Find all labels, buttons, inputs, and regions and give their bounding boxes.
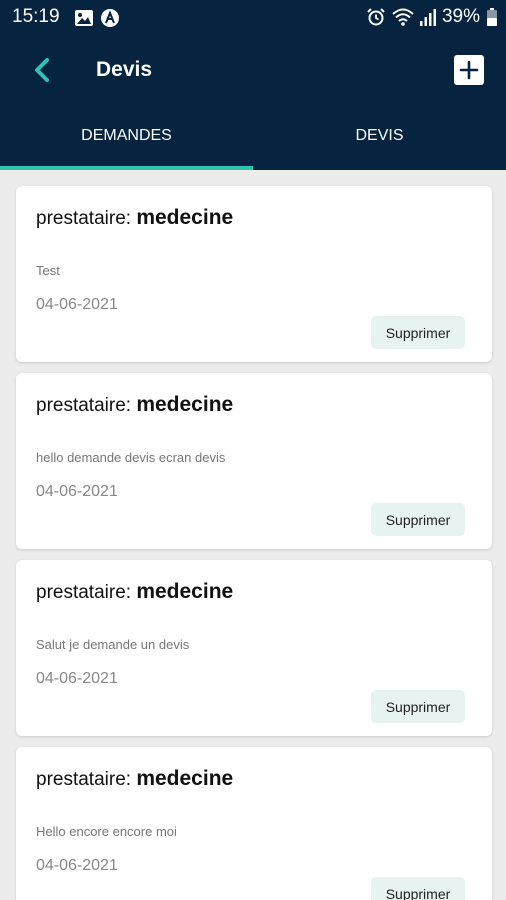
card-provider: prestataire: medecine [36, 767, 233, 791]
provider-name: medecine [136, 580, 234, 603]
provider-name: medecine [136, 393, 234, 416]
request-card[interactable]: prestataire: medecine hello demande devi… [16, 373, 492, 549]
battery-percent: 39% [441, 6, 480, 27]
gallery-icon [75, 10, 93, 26]
provider-prefix: prestataire: [36, 208, 132, 229]
request-list[interactable]: prestataire: medecine Test 04-06-2021 Su… [0, 170, 506, 900]
app-bar: Devis [0, 36, 506, 106]
battery-icon [487, 8, 497, 26]
status-system-icons: 39% [366, 6, 498, 28]
plus-icon [459, 60, 479, 80]
status-time: 15:19 [12, 6, 60, 27]
request-card[interactable]: prestataire: medecine Test 04-06-2021 Su… [16, 186, 492, 362]
page-title: Devis [96, 58, 153, 81]
card-date: 04-06-2021 [36, 670, 118, 687]
card-description: hello demande devis ecran devis [36, 450, 226, 465]
provider-name: medecine [136, 206, 234, 229]
request-card[interactable]: prestataire: medecine Hello encore encor… [16, 747, 492, 900]
card-description: Hello encore encore moi [36, 824, 177, 839]
tab-bar: DEMANDES DEVIS [0, 106, 506, 170]
tab-devis[interactable]: DEVIS [253, 106, 506, 170]
add-request-button[interactable] [454, 55, 484, 85]
delete-button[interactable]: Supprimer [371, 503, 465, 536]
signal-icon [419, 9, 436, 26]
request-card[interactable]: prestataire: medecine Salut je demande u… [16, 560, 492, 736]
provider-name: medecine [136, 767, 234, 790]
card-provider: prestataire: medecine [36, 393, 233, 417]
tab-demandes[interactable]: DEMANDES [0, 106, 253, 170]
provider-prefix: prestataire: [36, 769, 132, 790]
alarm-icon [367, 8, 385, 26]
card-date: 04-06-2021 [36, 483, 118, 500]
delete-button[interactable]: Supprimer [371, 690, 465, 723]
card-provider: prestataire: medecine [36, 206, 233, 230]
app-logo-icon [101, 9, 119, 27]
status-notifications [74, 8, 120, 28]
chevron-left-icon [35, 58, 49, 82]
delete-button[interactable]: Supprimer [371, 877, 465, 900]
card-date: 04-06-2021 [36, 857, 118, 874]
card-description: Salut je demande un devis [36, 637, 190, 652]
status-bar: 15:19 39% [0, 0, 506, 36]
card-date: 04-06-2021 [36, 296, 118, 313]
provider-prefix: prestataire: [36, 395, 132, 416]
provider-prefix: prestataire: [36, 582, 132, 603]
back-button[interactable] [24, 50, 60, 90]
card-description: Test [36, 263, 60, 278]
card-provider: prestataire: medecine [36, 580, 233, 604]
wifi-icon [392, 8, 414, 26]
delete-button[interactable]: Supprimer [371, 316, 465, 349]
